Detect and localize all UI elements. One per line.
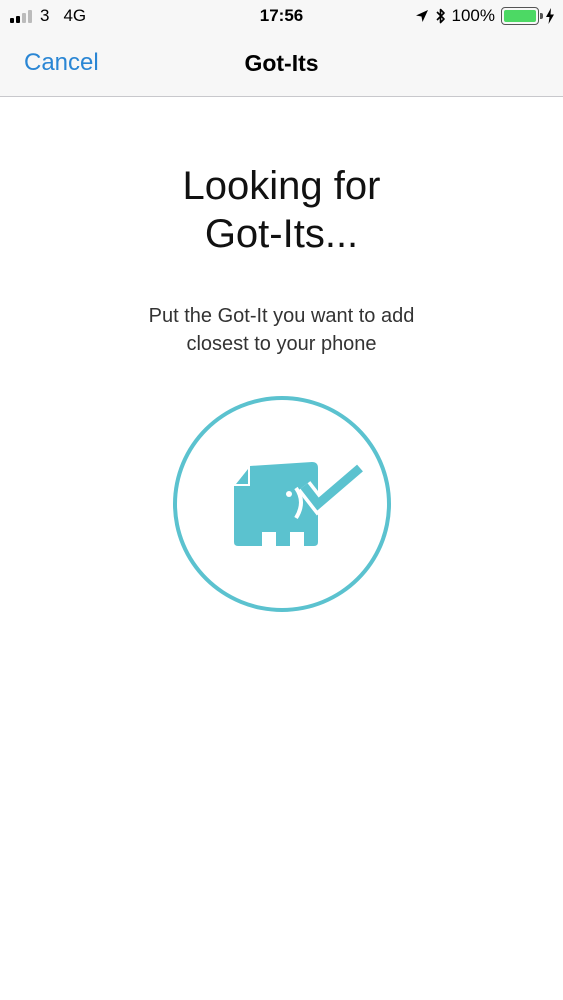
status-right: 100% bbox=[409, 5, 555, 27]
searching-heading: Looking for Got-Its... bbox=[0, 162, 563, 258]
heading-line-2: Got-Its... bbox=[204, 212, 359, 256]
cancel-button[interactable]: Cancel bbox=[24, 49, 99, 77]
status-bar: 3 4G 17:56 100% bbox=[0, 0, 563, 32]
charging-icon bbox=[546, 8, 554, 24]
instruction-line-1: Put the Got-It you want to add bbox=[148, 305, 415, 327]
elephant-tag-check-icon bbox=[234, 461, 366, 546]
battery-icon bbox=[501, 7, 543, 25]
battery-percent: 100% bbox=[451, 6, 495, 25]
navigation-bar: Cancel Got-Its bbox=[0, 32, 563, 97]
location-arrow-icon bbox=[415, 10, 428, 22]
battery-level bbox=[504, 10, 536, 22]
bluetooth-icon bbox=[435, 8, 445, 24]
instruction-text: Put the Got-It you want to add closest t… bbox=[0, 302, 563, 358]
heading-line-1: Looking for bbox=[182, 164, 381, 208]
instruction-line-2: closest to your phone bbox=[186, 333, 377, 355]
